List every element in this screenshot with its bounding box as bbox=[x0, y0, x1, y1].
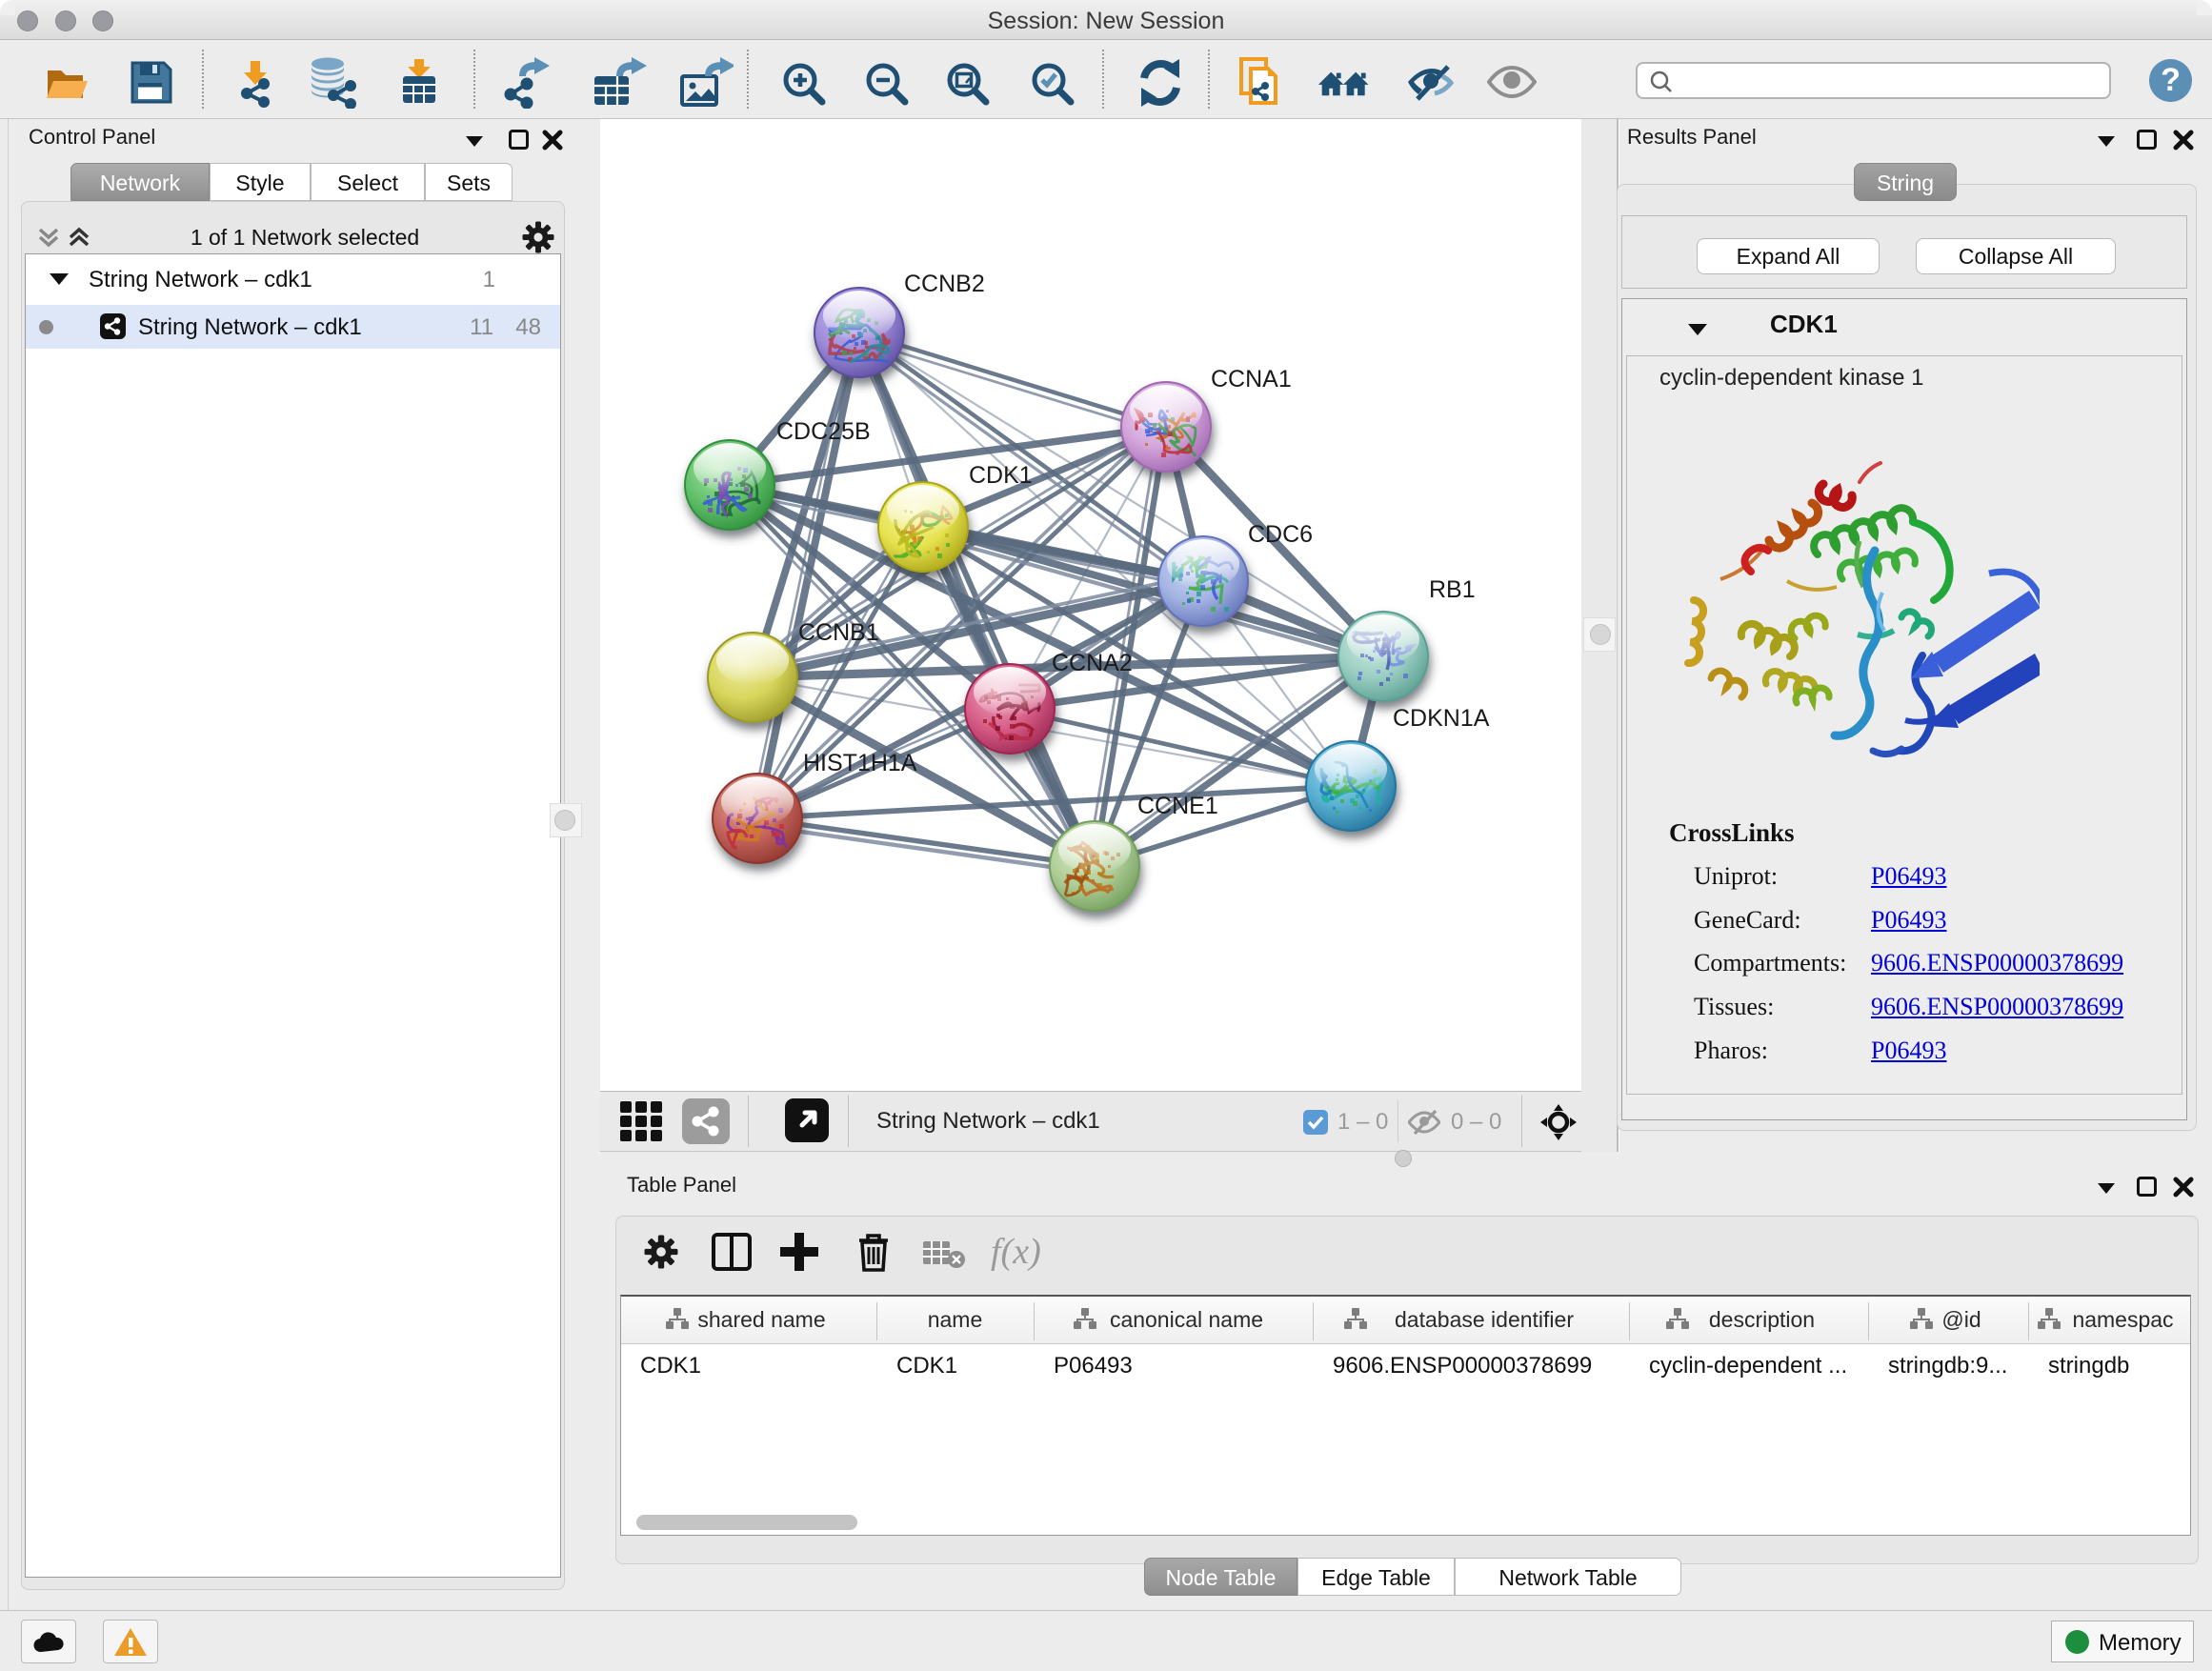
svg-text:CCNA1: CCNA1 bbox=[1211, 366, 1292, 393]
svg-text:CDK1: CDK1 bbox=[969, 462, 1033, 489]
svg-text:CDC25B: CDC25B bbox=[776, 418, 871, 445]
svg-text:CDKN1A: CDKN1A bbox=[1393, 705, 1490, 732]
svg-text:CDC6: CDC6 bbox=[1248, 521, 1313, 548]
svg-text:CCNE1: CCNE1 bbox=[1137, 793, 1218, 819]
svg-text:CCNB1: CCNB1 bbox=[798, 619, 879, 646]
svg-text:RB1: RB1 bbox=[1429, 576, 1476, 603]
svg-text:HIST1H1A: HIST1H1A bbox=[803, 750, 917, 776]
svg-text:CCNA2: CCNA2 bbox=[1052, 650, 1133, 676]
svg-text:CCNB2: CCNB2 bbox=[904, 271, 985, 297]
